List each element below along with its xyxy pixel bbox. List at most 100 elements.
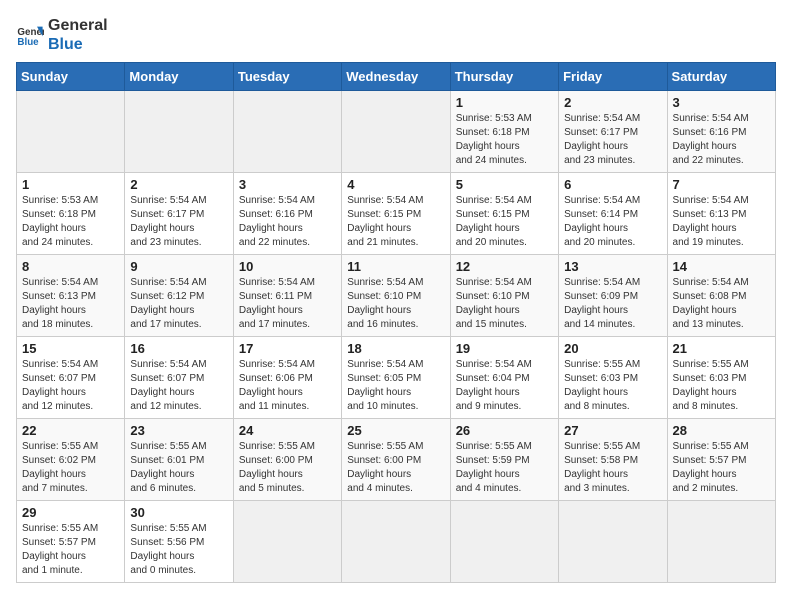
calendar-cell: 3 Sunrise: 5:54 AMSunset: 6:16 PMDaylight… — [233, 173, 341, 255]
calendar-cell: 3 Sunrise: 5:54 AMSunset: 6:16 PMDaylight… — [667, 91, 775, 173]
cell-content: Sunrise: 5:54 AMSunset: 6:09 PMDaylight … — [564, 277, 640, 330]
day-number: 11 — [347, 259, 444, 274]
day-number: 25 — [347, 423, 444, 438]
calendar-week-3: 8Sunrise: 5:54 AMSunset: 6:13 PMDaylight… — [17, 255, 776, 337]
day-number: 2 — [564, 95, 661, 110]
calendar-cell — [125, 91, 233, 173]
day-number: 12 — [456, 259, 553, 274]
calendar-cell: 30Sunrise: 5:55 AMSunset: 5:56 PMDayligh… — [125, 501, 233, 583]
cell-content: Sunrise: 5:54 AMSunset: 6:07 PMDaylight … — [130, 359, 206, 412]
day-number: 30 — [130, 505, 227, 520]
calendar-cell: 22 Sunrise: 5:55 AMSunset: 6:02 PMDayligh… — [17, 419, 125, 501]
day-number: 6 — [564, 177, 661, 192]
calendar-cell: 29 Sunrise: 5:55 AMSunset: 5:57 PMDayligh… — [17, 501, 125, 583]
cell-content: Sunrise: 5:54 AMSunset: 6:13 PMDaylight … — [22, 277, 98, 330]
calendar-cell: 18 Sunrise: 5:54 AMSunset: 6:05 PMDayligh… — [342, 337, 450, 419]
cell-content: Sunrise: 5:55 AMSunset: 6:00 PMDaylight … — [347, 441, 423, 494]
day-number: 24 — [239, 423, 336, 438]
calendar-cell: 15 Sunrise: 5:54 AMSunset: 6:07 PMDayligh… — [17, 337, 125, 419]
calendar-cell: 24 Sunrise: 5:55 AMSunset: 6:00 PMDayligh… — [233, 419, 341, 501]
calendar-cell: 21 Sunrise: 5:55 AMSunset: 6:03 PMDayligh… — [667, 337, 775, 419]
day-number: 28 — [673, 423, 770, 438]
calendar-cell — [559, 501, 667, 583]
day-number: 15 — [22, 341, 119, 356]
calendar-cell: 14Sunrise: 5:54 AMSunset: 6:08 PMDayligh… — [667, 255, 775, 337]
calendar-cell: 4 Sunrise: 5:54 AMSunset: 6:15 PMDaylight… — [342, 173, 450, 255]
cell-content: Sunrise: 5:55 AMSunset: 6:02 PMDaylight … — [22, 441, 98, 494]
cell-content: Sunrise: 5:54 AMSunset: 6:04 PMDaylight … — [456, 359, 532, 412]
calendar-week-2: 1 Sunrise: 5:53 AMSunset: 6:18 PMDaylight… — [17, 173, 776, 255]
day-number: 22 — [22, 423, 119, 438]
day-of-week-tuesday: Tuesday — [233, 63, 341, 91]
cell-content: Sunrise: 5:55 AMSunset: 6:01 PMDaylight … — [130, 441, 206, 494]
cell-content: Sunrise: 5:55 AMSunset: 6:03 PMDaylight … — [564, 359, 640, 412]
calendar-cell: 11 Sunrise: 5:54 AMSunset: 6:10 PMDayligh… — [342, 255, 450, 337]
cell-content: Sunrise: 5:54 AMSunset: 6:10 PMDaylight … — [456, 277, 532, 330]
day-of-week-sunday: Sunday — [17, 63, 125, 91]
calendar-cell: 23 Sunrise: 5:55 AMSunset: 6:01 PMDayligh… — [125, 419, 233, 501]
day-number: 3 — [673, 95, 770, 110]
cell-content: Sunrise: 5:54 AMSunset: 6:13 PMDaylight … — [673, 195, 749, 248]
calendar-cell — [233, 91, 341, 173]
cell-content: Sunrise: 5:55 AMSunset: 6:00 PMDaylight … — [239, 441, 315, 494]
calendar-week-4: 15 Sunrise: 5:54 AMSunset: 6:07 PMDayligh… — [17, 337, 776, 419]
calendar-cell: 13Sunrise: 5:54 AMSunset: 6:09 PMDayligh… — [559, 255, 667, 337]
cell-content: Sunrise: 5:54 AMSunset: 6:06 PMDaylight … — [239, 359, 315, 412]
calendar-cell: 2Sunrise: 5:54 AMSunset: 6:17 PMDaylight… — [125, 173, 233, 255]
cell-content: Sunrise: 5:55 AMSunset: 5:59 PMDaylight … — [456, 441, 532, 494]
cell-content: Sunrise: 5:54 AMSunset: 6:15 PMDaylight … — [347, 195, 423, 248]
day-number: 20 — [564, 341, 661, 356]
day-number: 4 — [347, 177, 444, 192]
cell-content: Sunrise: 5:54 AMSunset: 6:05 PMDaylight … — [347, 359, 423, 412]
calendar-cell — [233, 501, 341, 583]
calendar-cell: 27Sunrise: 5:55 AMSunset: 5:58 PMDayligh… — [559, 419, 667, 501]
day-number: 9 — [130, 259, 227, 274]
cell-content: Sunrise: 5:54 AMSunset: 6:10 PMDaylight … — [347, 277, 423, 330]
day-number: 21 — [673, 341, 770, 356]
day-number: 18 — [347, 341, 444, 356]
cell-content: Sunrise: 5:54 AMSunset: 6:07 PMDaylight … — [22, 359, 98, 412]
day-number: 1 — [22, 177, 119, 192]
page-header: General Blue General Blue — [16, 16, 776, 54]
cell-content: Sunrise: 5:53 AMSunset: 6:18 PMDaylight … — [22, 195, 98, 248]
calendar-cell: 25 Sunrise: 5:55 AMSunset: 6:00 PMDayligh… — [342, 419, 450, 501]
calendar-cell — [450, 501, 558, 583]
calendar-cell: 5 Sunrise: 5:54 AMSunset: 6:15 PMDaylight… — [450, 173, 558, 255]
calendar-week-6: 29 Sunrise: 5:55 AMSunset: 5:57 PMDayligh… — [17, 501, 776, 583]
calendar-cell: 26Sunrise: 5:55 AMSunset: 5:59 PMDayligh… — [450, 419, 558, 501]
calendar-cell: 10Sunrise: 5:54 AMSunset: 6:11 PMDayligh… — [233, 255, 341, 337]
calendar-cell: 12 Sunrise: 5:54 AMSunset: 6:10 PMDayligh… — [450, 255, 558, 337]
cell-content: Sunrise: 5:54 AMSunset: 6:11 PMDaylight … — [239, 277, 315, 330]
cell-content: Sunrise: 5:54 AMSunset: 6:16 PMDaylight … — [673, 113, 749, 166]
calendar-table: SundayMondayTuesdayWednesdayThursdayFrid… — [16, 62, 776, 583]
calendar-cell: 7 Sunrise: 5:54 AMSunset: 6:13 PMDaylight… — [667, 173, 775, 255]
logo-general: General — [48, 16, 108, 35]
cell-content: Sunrise: 5:55 AMSunset: 5:57 PMDaylight … — [22, 523, 98, 576]
cell-content: Sunrise: 5:54 AMSunset: 6:14 PMDaylight … — [564, 195, 640, 248]
calendar-cell — [342, 501, 450, 583]
calendar-cell: 6 Sunrise: 5:54 AMSunset: 6:14 PMDaylight… — [559, 173, 667, 255]
calendar-cell: 9Sunrise: 5:54 AMSunset: 6:12 PMDaylight… — [125, 255, 233, 337]
day-number: 16 — [130, 341, 227, 356]
day-number: 27 — [564, 423, 661, 438]
day-number: 3 — [239, 177, 336, 192]
calendar-header-row: SundayMondayTuesdayWednesdayThursdayFrid… — [17, 63, 776, 91]
calendar-cell: 8Sunrise: 5:54 AMSunset: 6:13 PMDaylight… — [17, 255, 125, 337]
day-of-week-saturday: Saturday — [667, 63, 775, 91]
day-of-week-wednesday: Wednesday — [342, 63, 450, 91]
cell-content: Sunrise: 5:54 AMSunset: 6:15 PMDaylight … — [456, 195, 532, 248]
cell-content: Sunrise: 5:54 AMSunset: 6:16 PMDaylight … — [239, 195, 315, 248]
calendar-cell: 19 Sunrise: 5:54 AMSunset: 6:04 PMDayligh… — [450, 337, 558, 419]
day-number: 29 — [22, 505, 119, 520]
cell-content: Sunrise: 5:55 AMSunset: 6:03 PMDaylight … — [673, 359, 749, 412]
calendar-cell: 20 Sunrise: 5:55 AMSunset: 6:03 PMDayligh… — [559, 337, 667, 419]
day-number: 5 — [456, 177, 553, 192]
calendar-cell: 1Sunrise: 5:53 AMSunset: 6:18 PMDaylight… — [450, 91, 558, 173]
cell-content: Sunrise: 5:55 AMSunset: 5:57 PMDaylight … — [673, 441, 749, 494]
day-number: 23 — [130, 423, 227, 438]
calendar-cell — [342, 91, 450, 173]
day-of-week-thursday: Thursday — [450, 63, 558, 91]
day-number: 7 — [673, 177, 770, 192]
cell-content: Sunrise: 5:54 AMSunset: 6:17 PMDaylight … — [564, 113, 640, 166]
day-number: 19 — [456, 341, 553, 356]
